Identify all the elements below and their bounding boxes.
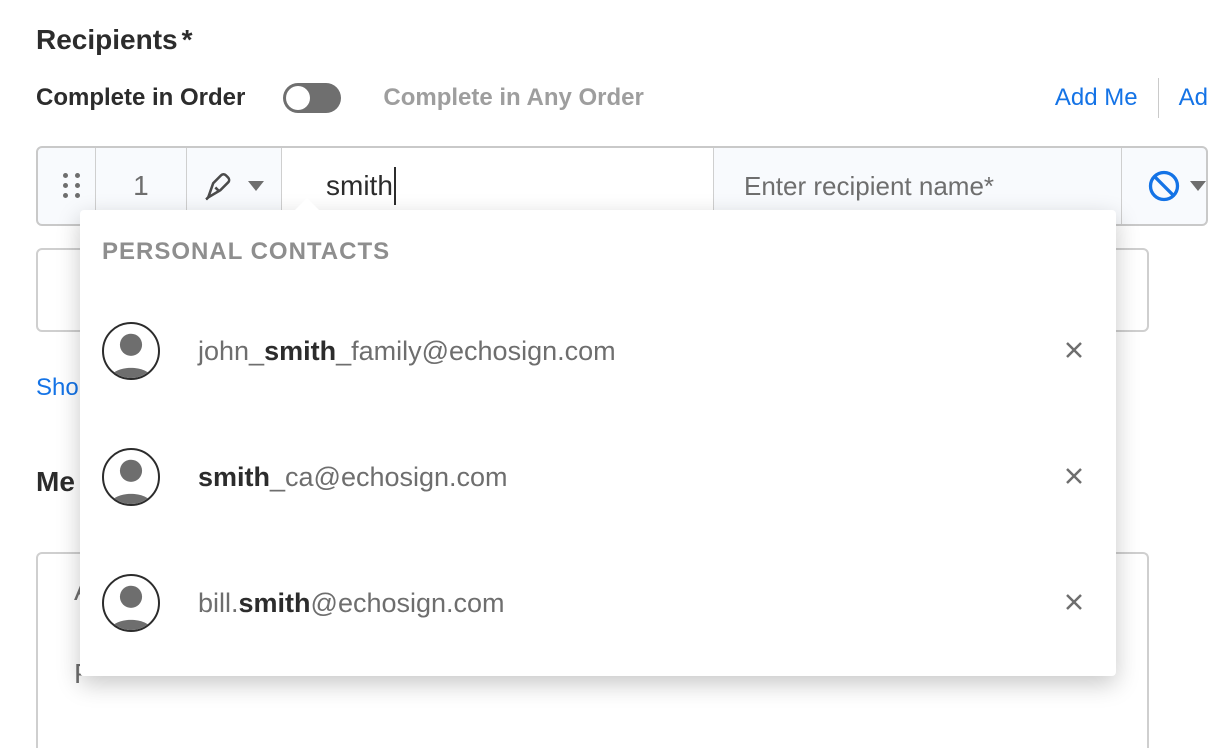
chevron-down-icon [248, 181, 264, 191]
pen-sign-icon [204, 169, 238, 203]
dropdown-section-header: PERSONAL CONTACTS [80, 228, 1116, 288]
prohibit-icon [1146, 168, 1182, 204]
remove-suggestion-button[interactable] [1054, 460, 1094, 494]
name-placeholder: Enter recipient name* [744, 171, 994, 202]
avatar-icon [102, 322, 160, 380]
complete-in-order-label: Complete in Order [36, 84, 245, 112]
section-title-text: Recipients [36, 24, 178, 56]
contact-suggestion-1[interactable]: smith_ca@echosign.com [80, 414, 1116, 540]
contact-email: john_smith_family@echosign.com [198, 336, 1016, 367]
order-toggle[interactable] [283, 83, 341, 113]
complete-any-order-label: Complete in Any Order [383, 84, 643, 112]
signing-order-row: Complete in Order Complete in Any Order … [36, 78, 1208, 118]
show-cc-text: Sho [36, 374, 79, 401]
avatar-icon [102, 574, 160, 632]
order-toggle-knob [286, 86, 310, 110]
contact-email: smith_ca@echosign.com [198, 462, 1016, 493]
remove-suggestion-button[interactable] [1054, 334, 1094, 368]
vertical-divider [1158, 78, 1159, 118]
add-me-link[interactable]: Add Me [1055, 84, 1138, 112]
recipient-auth-select[interactable] [1122, 148, 1206, 224]
text-caret [394, 167, 396, 205]
email-input-value: smith [326, 170, 393, 202]
contact-email: bill.smith@echosign.com [198, 588, 1016, 619]
avatar-icon [102, 448, 160, 506]
contacts-autocomplete-dropdown: PERSONAL CONTACTS john_smith_family@echo… [80, 210, 1116, 676]
close-icon [1064, 466, 1084, 486]
recipient-index-value: 1 [133, 170, 149, 202]
message-title-text: Me [36, 466, 75, 497]
close-icon [1064, 340, 1084, 360]
required-asterisk: * [182, 24, 193, 56]
add-recipient-link[interactable]: Ad [1179, 84, 1208, 112]
grip-icon [63, 173, 81, 199]
chevron-down-icon [1190, 181, 1206, 191]
contact-suggestion-2[interactable]: bill.smith@echosign.com [80, 540, 1116, 666]
contact-suggestion-0[interactable]: john_smith_family@echosign.com [80, 288, 1116, 414]
remove-suggestion-button[interactable] [1054, 586, 1094, 620]
close-icon [1064, 592, 1084, 612]
recipients-section-title: Recipients * [36, 24, 1208, 56]
